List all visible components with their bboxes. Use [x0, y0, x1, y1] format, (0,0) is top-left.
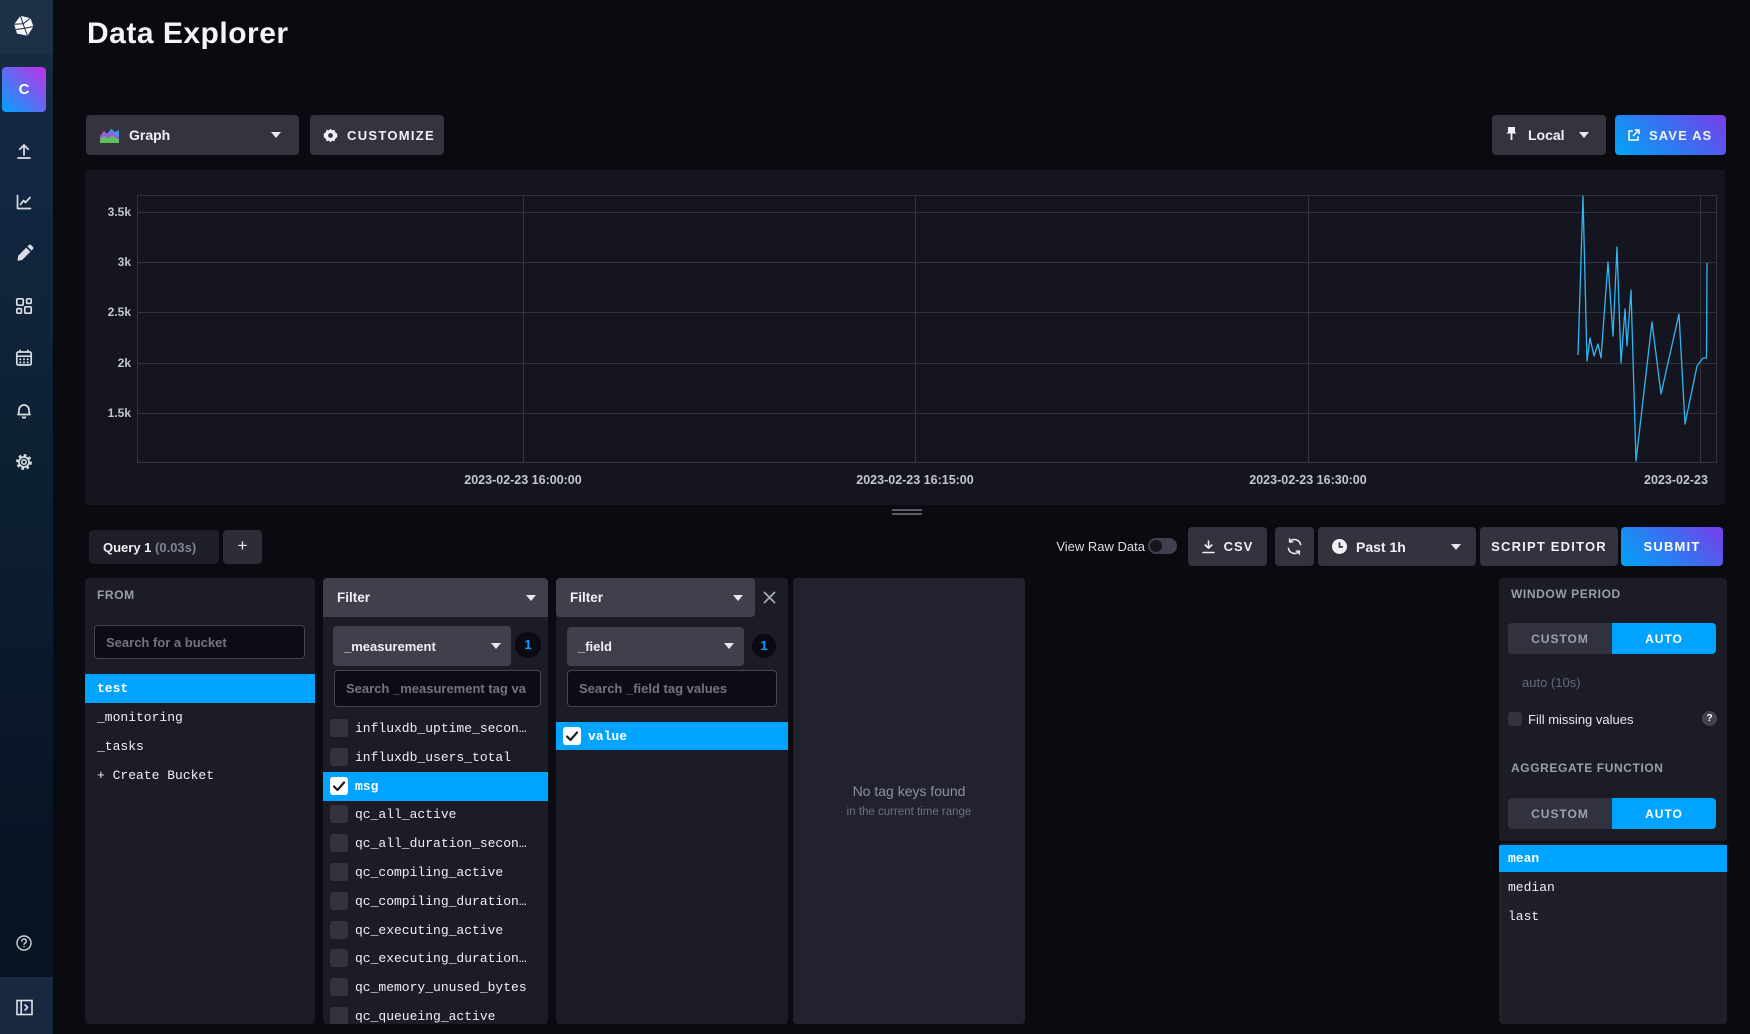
svg-text:2023-02-23: 2023-02-23	[1644, 473, 1708, 487]
svg-text:2k: 2k	[118, 356, 132, 370]
svg-text:1.5k: 1.5k	[108, 406, 132, 420]
svg-text:2023-02-23 16:15:00: 2023-02-23 16:15:00	[856, 473, 973, 487]
svg-text:2.5k: 2.5k	[108, 305, 132, 319]
svg-text:3.5k: 3.5k	[108, 205, 132, 219]
svg-text:3k: 3k	[118, 255, 132, 269]
svg-text:2023-02-23 16:00:00: 2023-02-23 16:00:00	[464, 473, 581, 487]
svg-text:2023-02-23 16:30:00: 2023-02-23 16:30:00	[1249, 473, 1366, 487]
